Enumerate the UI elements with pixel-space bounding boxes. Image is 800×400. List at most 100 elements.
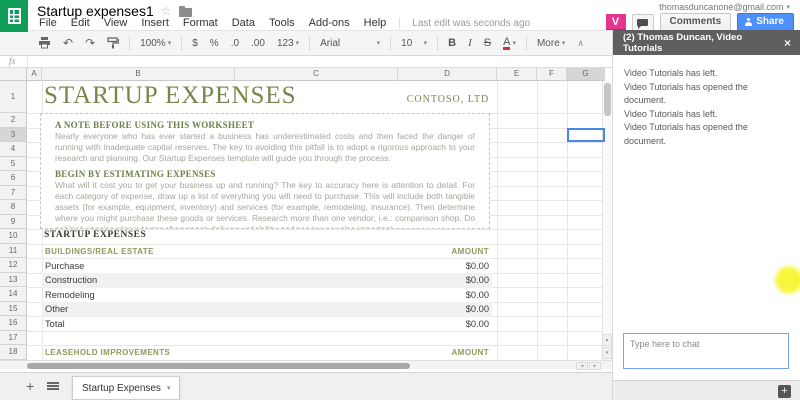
row-header-18[interactable]: 18 xyxy=(0,345,27,360)
undo-button[interactable]: ↶ xyxy=(57,34,79,52)
scroll-down-button[interactable]: ▾ xyxy=(602,347,612,359)
font-family-select[interactable]: Arial▾ xyxy=(314,34,386,52)
print-button[interactable] xyxy=(32,34,57,52)
increase-decimals-button[interactable]: .00 xyxy=(245,34,271,52)
last-edit-status[interactable]: Last edit was seconds ago xyxy=(399,18,530,29)
comments-button[interactable]: Comments xyxy=(660,13,732,31)
column-header-D[interactable]: D xyxy=(398,68,497,81)
font-size-select[interactable]: 10▾ xyxy=(395,34,433,52)
sheet-tab[interactable]: Startup Expenses ▾ xyxy=(72,376,180,400)
row-header-9[interactable]: 9 xyxy=(0,215,27,230)
close-icon[interactable]: × xyxy=(784,37,791,49)
section-heading-cell[interactable]: STARTUP EXPENSES xyxy=(44,230,146,240)
chevron-down-icon: ▾ xyxy=(168,40,172,47)
text-color-button[interactable]: A▾ xyxy=(497,34,522,52)
column-header-E[interactable]: E xyxy=(497,68,537,81)
vertical-scrollbar-thumb[interactable] xyxy=(604,83,611,116)
horizontal-scrollbar[interactable]: ◂ ▸ xyxy=(0,360,612,369)
menu-addons[interactable]: Add-ons xyxy=(302,17,357,29)
all-sheets-menu-icon[interactable] xyxy=(47,382,59,390)
row-header-17[interactable]: 17 xyxy=(0,331,27,346)
spreadsheet-grid[interactable]: ABCDEFG 123456789101112131415161718 STAR… xyxy=(0,68,612,372)
scroll-right-button[interactable]: ▸ xyxy=(589,362,601,370)
chat-input[interactable] xyxy=(623,333,789,369)
menu-view[interactable]: View xyxy=(97,17,135,29)
selected-cell-G3[interactable] xyxy=(567,128,605,143)
account-email: thomasduncanone@gmail.com xyxy=(659,2,783,12)
paint-format-button[interactable] xyxy=(101,34,125,52)
italic-button[interactable]: I xyxy=(462,34,478,52)
more-button[interactable]: More▾ xyxy=(531,34,571,52)
row-header-3[interactable]: 3 xyxy=(0,128,27,143)
row-header-1[interactable]: 1 xyxy=(0,81,27,113)
note-box[interactable]: A NOTE BEFORE USING THIS WORKSHEET Nearl… xyxy=(40,113,490,229)
select-all-corner[interactable] xyxy=(0,68,27,81)
menu-file[interactable]: File xyxy=(32,17,64,29)
column-header-C[interactable]: C xyxy=(235,68,398,81)
menu-insert[interactable]: Insert xyxy=(134,17,176,29)
column-header-B[interactable]: B xyxy=(42,68,235,81)
leasehold-table-header[interactable]: LEASEHOLD IMPROVEMENTS AMOUNT xyxy=(42,346,492,361)
add-sheet-button[interactable]: + xyxy=(26,378,34,394)
zoom-select[interactable]: 100%▾ xyxy=(134,34,177,52)
scroll-left-button[interactable]: ◂ xyxy=(576,362,588,370)
bold-button[interactable]: B xyxy=(442,34,462,52)
column-header-F[interactable]: F xyxy=(537,68,567,81)
row-header-16[interactable]: 16 xyxy=(0,316,27,331)
column-header-A[interactable]: A xyxy=(27,68,42,81)
row-header-14[interactable]: 14 xyxy=(0,287,27,302)
google-sheets-app: Startup expenses1 ☆ thomasduncanone@gmai… xyxy=(0,0,800,400)
sheet-title-cell[interactable]: STARTUP EXPENSES xyxy=(44,82,297,110)
row-label: Purchase xyxy=(45,261,84,271)
row-header-7[interactable]: 7 xyxy=(0,186,27,201)
chat-bubble-button[interactable] xyxy=(632,14,654,31)
menu-help[interactable]: Help xyxy=(357,17,394,29)
chat-message: Video Tutorials has left. xyxy=(624,67,790,81)
menu-tools[interactable]: Tools xyxy=(262,17,302,29)
menu-format[interactable]: Format xyxy=(176,17,225,29)
account-menu[interactable]: thomasduncanone@gmail.com ▾ xyxy=(659,2,790,12)
collaborator-avatar[interactable]: V xyxy=(606,14,626,31)
buildings-category-label: BUILDINGS/REAL ESTATE xyxy=(45,247,154,256)
currency-format-button[interactable]: $ xyxy=(186,34,204,52)
menu-data[interactable]: Data xyxy=(225,17,262,29)
note-heading-2: BEGIN BY ESTIMATING EXPENSES xyxy=(55,169,475,179)
row-header-12[interactable]: 12 xyxy=(0,258,27,273)
chat-message: Video Tutorials has opened the document. xyxy=(624,121,790,148)
table-row-remodeling[interactable]: Remodeling$0.00 xyxy=(42,288,492,303)
share-button[interactable]: Share xyxy=(737,13,794,31)
percent-format-button[interactable]: % xyxy=(204,34,225,52)
column-header-G[interactable]: G xyxy=(567,68,605,81)
number-format-button[interactable]: 123▾ xyxy=(271,34,305,52)
row-header-5[interactable]: 5 xyxy=(0,157,27,172)
row-header-10[interactable]: 10 xyxy=(0,229,27,244)
row-header-8[interactable]: 8 xyxy=(0,200,27,215)
row-header-15[interactable]: 15 xyxy=(0,302,27,317)
table-row-total[interactable]: Total$0.00 xyxy=(42,317,492,332)
chat-message-list: Video Tutorials has left. Video Tutorials… xyxy=(613,55,800,160)
table-row-other[interactable]: Other$0.00 xyxy=(42,302,492,317)
horizontal-scrollbar-thumb[interactable] xyxy=(27,363,410,369)
row-label: Construction xyxy=(45,275,97,285)
company-name-cell[interactable]: CONTOSO, LTD xyxy=(398,94,498,105)
menu-edit[interactable]: Edit xyxy=(64,17,97,29)
row-header-2[interactable]: 2 xyxy=(0,113,27,128)
row-header-4[interactable]: 4 xyxy=(0,142,27,157)
row-header-13[interactable]: 13 xyxy=(0,273,27,288)
row-header-11[interactable]: 11 xyxy=(0,244,27,259)
sheets-logo[interactable] xyxy=(0,0,28,32)
formula-bar[interactable]: fx xyxy=(0,56,612,68)
table-row-purchase[interactable]: Purchase$0.00 xyxy=(42,259,492,274)
collapse-toolbar-button[interactable]: ∧ xyxy=(577,38,584,49)
add-button[interactable]: + xyxy=(778,385,791,398)
buildings-table-header[interactable]: BUILDINGS/REAL ESTATE AMOUNT xyxy=(42,244,492,259)
row-header-6[interactable]: 6 xyxy=(0,171,27,186)
table-row-construction[interactable]: Construction$0.00 xyxy=(42,273,492,288)
decrease-decimals-button[interactable]: .0 xyxy=(225,34,245,52)
strikethrough-button[interactable]: S xyxy=(478,34,497,52)
printer-icon xyxy=(38,37,51,49)
scroll-up-button[interactable]: ▴ xyxy=(602,334,612,346)
redo-button[interactable]: ↷ xyxy=(79,34,101,52)
text-color-icon: A xyxy=(503,37,510,50)
vertical-scrollbar[interactable]: ▴ ▾ xyxy=(602,81,612,360)
